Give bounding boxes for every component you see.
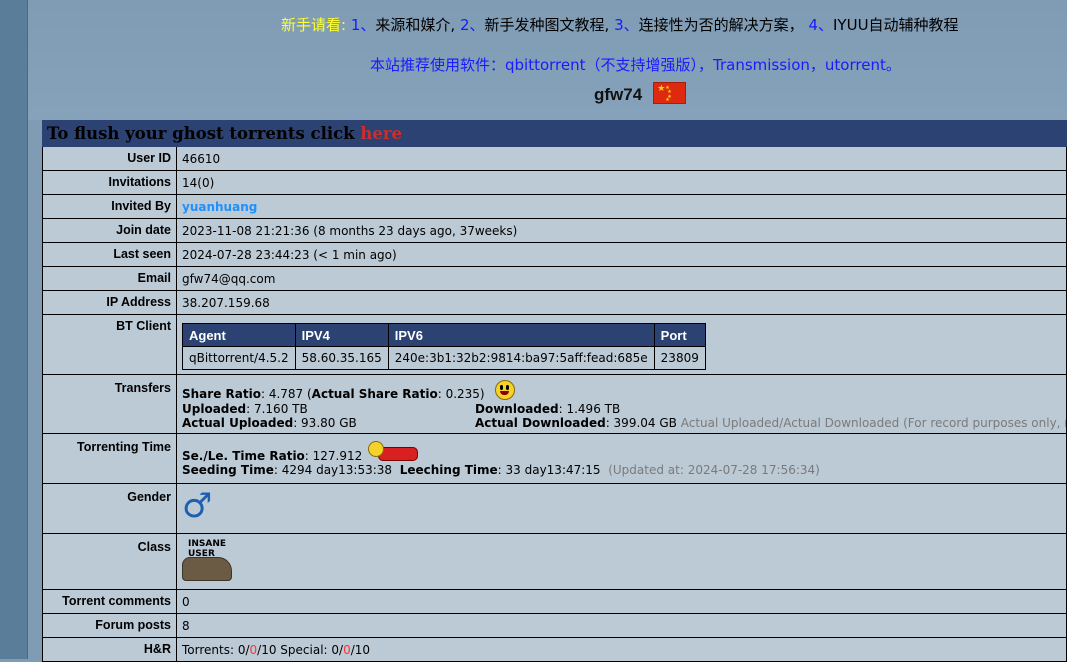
row-ip-address: IP Address 38.207.159.68: [42, 290, 1067, 315]
row-class: Class INSANE USER: [42, 533, 1067, 590]
bt-header-port: Port: [653, 323, 706, 347]
last-seen-value: 2024-07-28 23:44:23 (< 1 min ago): [176, 242, 1067, 267]
bt-header-agent: Agent: [182, 323, 296, 347]
row-forum-posts: Forum posts 8: [42, 613, 1067, 638]
forum-posts-value[interactable]: 8: [176, 613, 1067, 638]
user-id-value: 46610: [176, 146, 1067, 171]
email-value: gfw74@qq.com: [176, 266, 1067, 291]
row-join-date: Join date 2023-11-08 21:21:36 (8 months …: [42, 218, 1067, 243]
actual-uploaded-value: 93.80 GB: [301, 416, 357, 430]
ratio-note: Actual Uploaded/Actual Downloaded (For r…: [680, 416, 1066, 430]
inviter-link[interactable]: yuanhuang: [182, 200, 257, 214]
newbie-notice: 新手请看: 1、来源和媒介, 2、新手发种图文教程, 3、连接性为否的解决方案，…: [281, 16, 959, 34]
username: gfw74: [594, 85, 643, 104]
torrent-comments-value[interactable]: 0: [176, 589, 1067, 614]
row-gender: Gender ♂: [42, 483, 1067, 534]
notice-link-4[interactable]: 4、IYUU自动辅种教程: [808, 16, 958, 34]
user-profile-table: To flush your ghost torrents click here …: [42, 120, 1067, 662]
happy-smiley-icon: [494, 380, 515, 400]
ghost-torrents-banner: To flush your ghost torrents click here: [42, 120, 1067, 147]
notice-prefix: 新手请看:: [281, 16, 347, 34]
row-torrent-comments: Torrent comments 0: [42, 589, 1067, 614]
leeching-time-value: 33 day13:47:15: [505, 463, 601, 477]
hnr-value[interactable]: Torrents: 0/0/10 Special: 0/0/10: [176, 637, 1067, 662]
row-invited-by: Invited By yuanhuang: [42, 194, 1067, 219]
sleeping-smiley-icon: [368, 439, 419, 463]
bt-port: 23809: [653, 346, 706, 370]
notice-link-2[interactable]: 2、新手发种图文教程: [460, 16, 605, 34]
row-bt-client: BT Client Agent IPV4 IPV6 Port qBittorre…: [42, 314, 1067, 375]
bt-client-table: Agent IPV4 IPV6 Port qBittorrent/4.5.2 5…: [182, 323, 706, 370]
row-invitations: Invitations 14(0): [42, 170, 1067, 195]
left-sidebar-strip: [0, 0, 28, 659]
downloaded-value: 1.496 TB: [566, 402, 621, 416]
invitations-value: 14(0): [176, 170, 1067, 195]
bt-header-ipv6: IPV6: [387, 323, 655, 347]
actual-downloaded-value: 399.04 GB: [613, 416, 677, 430]
row-torrenting-time: Torrenting Time Se./Le. Time Ratio: 127.…: [42, 433, 1067, 484]
ip-address-value: 38.207.159.68: [176, 290, 1067, 315]
updated-at: (Updated at: 2024-07-28 17:56:34): [608, 463, 820, 477]
username-row: gfw74 ★ ★ ★ ★ ★: [594, 82, 687, 106]
row-last-seen: Last seen 2024-07-28 23:44:23 (< 1 min a…: [42, 242, 1067, 267]
insane-user-class-icon: INSANE USER: [182, 539, 234, 581]
china-flag-icon: ★ ★ ★ ★ ★: [653, 82, 687, 104]
notice-link-3[interactable]: 3、连接性为否的解决方案: [614, 16, 789, 34]
row-transfers: Transfers Share Ratio: 4.787 (Actual Sha…: [42, 374, 1067, 434]
recommended-software-notice[interactable]: 本站推荐使用软件：qbittorrent（不支持增强版），Transmissio…: [370, 54, 901, 75]
bt-header-ipv4: IPV4: [294, 323, 389, 347]
row-email: Email gfw74@qq.com: [42, 266, 1067, 291]
row-user-id: User ID 46610: [42, 146, 1067, 171]
notice-link-1[interactable]: 1、来源和媒介: [351, 16, 451, 34]
join-date-value: 2023-11-08 21:21:36 (8 months 23 days ag…: [176, 218, 1067, 243]
flush-ghost-torrents-link[interactable]: here: [360, 124, 402, 143]
bt-ipv6: 240e:3b1:32b2:9814:ba97:5aff:fead:685e: [387, 346, 655, 370]
bt-ipv4: 58.60.35.165: [294, 346, 389, 370]
male-gender-icon: ♂: [182, 486, 213, 526]
bt-agent: qBittorrent/4.5.2: [182, 346, 296, 370]
seeding-time-value: 4294 day13:53:38: [281, 463, 393, 477]
uploaded-value: 7.160 TB: [253, 402, 308, 416]
row-hnr: H&R Torrents: 0/0/10 Special: 0/0/10: [42, 637, 1067, 662]
share-ratio: 4.787: [268, 387, 304, 401]
